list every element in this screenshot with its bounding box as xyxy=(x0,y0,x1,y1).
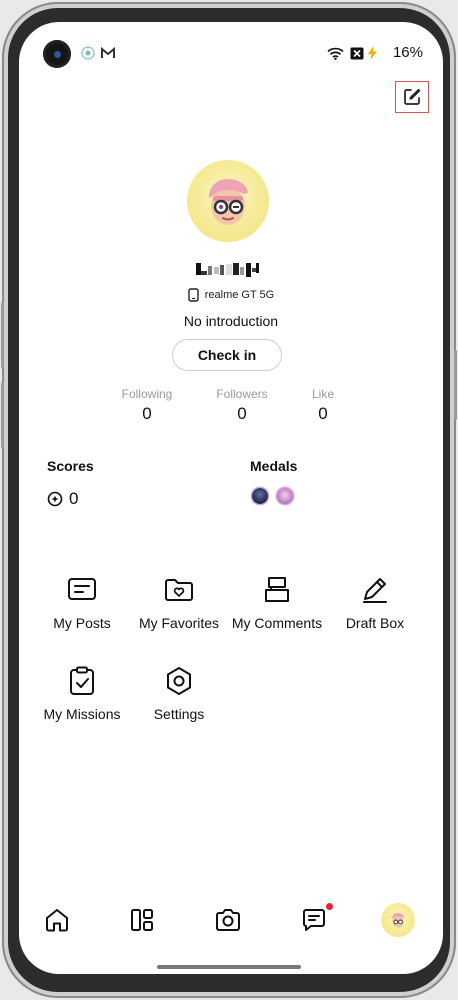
my-comments-button[interactable]: My Comments xyxy=(227,574,327,631)
status-bar: 16% xyxy=(19,22,443,68)
scores-title: Scores xyxy=(47,458,94,474)
medal-badge-icon[interactable] xyxy=(277,488,293,504)
score-coin-icon xyxy=(47,491,63,507)
power-button xyxy=(454,350,457,420)
stat-value: 0 xyxy=(318,404,328,423)
nav-discover-button[interactable] xyxy=(124,902,160,938)
username-image xyxy=(190,258,268,280)
draft-box-button[interactable]: Draft Box xyxy=(325,574,425,631)
messages-icon xyxy=(303,909,325,931)
edit-icon xyxy=(404,88,421,105)
nav-profile-button[interactable] xyxy=(380,902,416,938)
home-indicator[interactable] xyxy=(157,965,301,969)
app-notification-icon xyxy=(81,46,95,60)
my-posts-button[interactable]: My Posts xyxy=(32,574,132,631)
device-info: realme GT 5G xyxy=(19,288,443,302)
favorites-folder-icon xyxy=(165,579,193,601)
stat-label: Followers xyxy=(216,387,268,401)
sim-off-icon xyxy=(350,46,364,60)
comments-icon xyxy=(265,577,289,602)
menu-label: My Comments xyxy=(231,615,323,631)
hexagon-settings-icon xyxy=(167,667,191,695)
phone-frame: 16% realme GT 5G No introduction Check i… xyxy=(1,2,457,998)
profile-intro: No introduction xyxy=(183,313,279,329)
stat-value: 0 xyxy=(237,404,247,423)
my-favorites-button[interactable]: My Favorites xyxy=(129,574,229,631)
device-name: realme GT 5G xyxy=(204,289,275,301)
camera-icon xyxy=(216,909,240,931)
profile-avatar-small xyxy=(381,903,415,937)
like-stat[interactable]: Like 0 xyxy=(283,387,363,424)
volume-button xyxy=(1,302,4,368)
grid-icon xyxy=(131,909,153,931)
following-stat[interactable]: Following 0 xyxy=(107,387,187,424)
screen: 16% realme GT 5G No introduction Check i… xyxy=(19,22,443,974)
bottom-navigation xyxy=(19,902,443,950)
scores-value: 0 xyxy=(69,489,79,508)
nav-camera-button[interactable] xyxy=(210,902,246,938)
menu-label: My Missions xyxy=(43,706,121,722)
edit-profile-button[interactable] xyxy=(395,81,429,113)
stat-label: Like xyxy=(311,387,334,401)
profile-avatar[interactable] xyxy=(187,160,269,242)
charging-icon xyxy=(368,46,377,60)
memoji-avatar-icon xyxy=(391,913,405,928)
medals-title: Medals xyxy=(250,458,298,474)
volume-button xyxy=(1,382,4,448)
home-icon xyxy=(46,909,68,932)
followers-stat[interactable]: Followers 0 xyxy=(202,387,282,424)
medal-badge-icon[interactable] xyxy=(252,488,268,504)
scores-row[interactable]: 0 xyxy=(47,489,78,509)
check-in-button[interactable]: Check in xyxy=(172,339,282,371)
menu-label: Draft Box xyxy=(345,615,405,631)
menu-label: Settings xyxy=(153,706,205,722)
stat-value: 0 xyxy=(142,404,152,423)
pencil-icon xyxy=(363,578,387,603)
battery-level: 16% xyxy=(392,44,423,61)
my-missions-button[interactable]: My Missions xyxy=(32,665,132,722)
wifi-icon xyxy=(327,46,344,60)
unread-dot xyxy=(326,903,333,910)
stat-label: Following xyxy=(121,387,173,401)
menu-label: My Posts xyxy=(53,615,111,631)
nav-home-button[interactable] xyxy=(39,902,75,938)
front-camera xyxy=(43,40,71,68)
clipboard-check-icon xyxy=(70,666,94,695)
phone-icon xyxy=(188,288,199,302)
nav-messages-button[interactable] xyxy=(296,902,333,938)
settings-button[interactable]: Settings xyxy=(129,665,229,722)
gmail-icon xyxy=(101,46,115,60)
menu-label: My Favorites xyxy=(138,615,220,631)
memoji-avatar-icon xyxy=(209,179,248,225)
posts-icon xyxy=(68,578,96,600)
